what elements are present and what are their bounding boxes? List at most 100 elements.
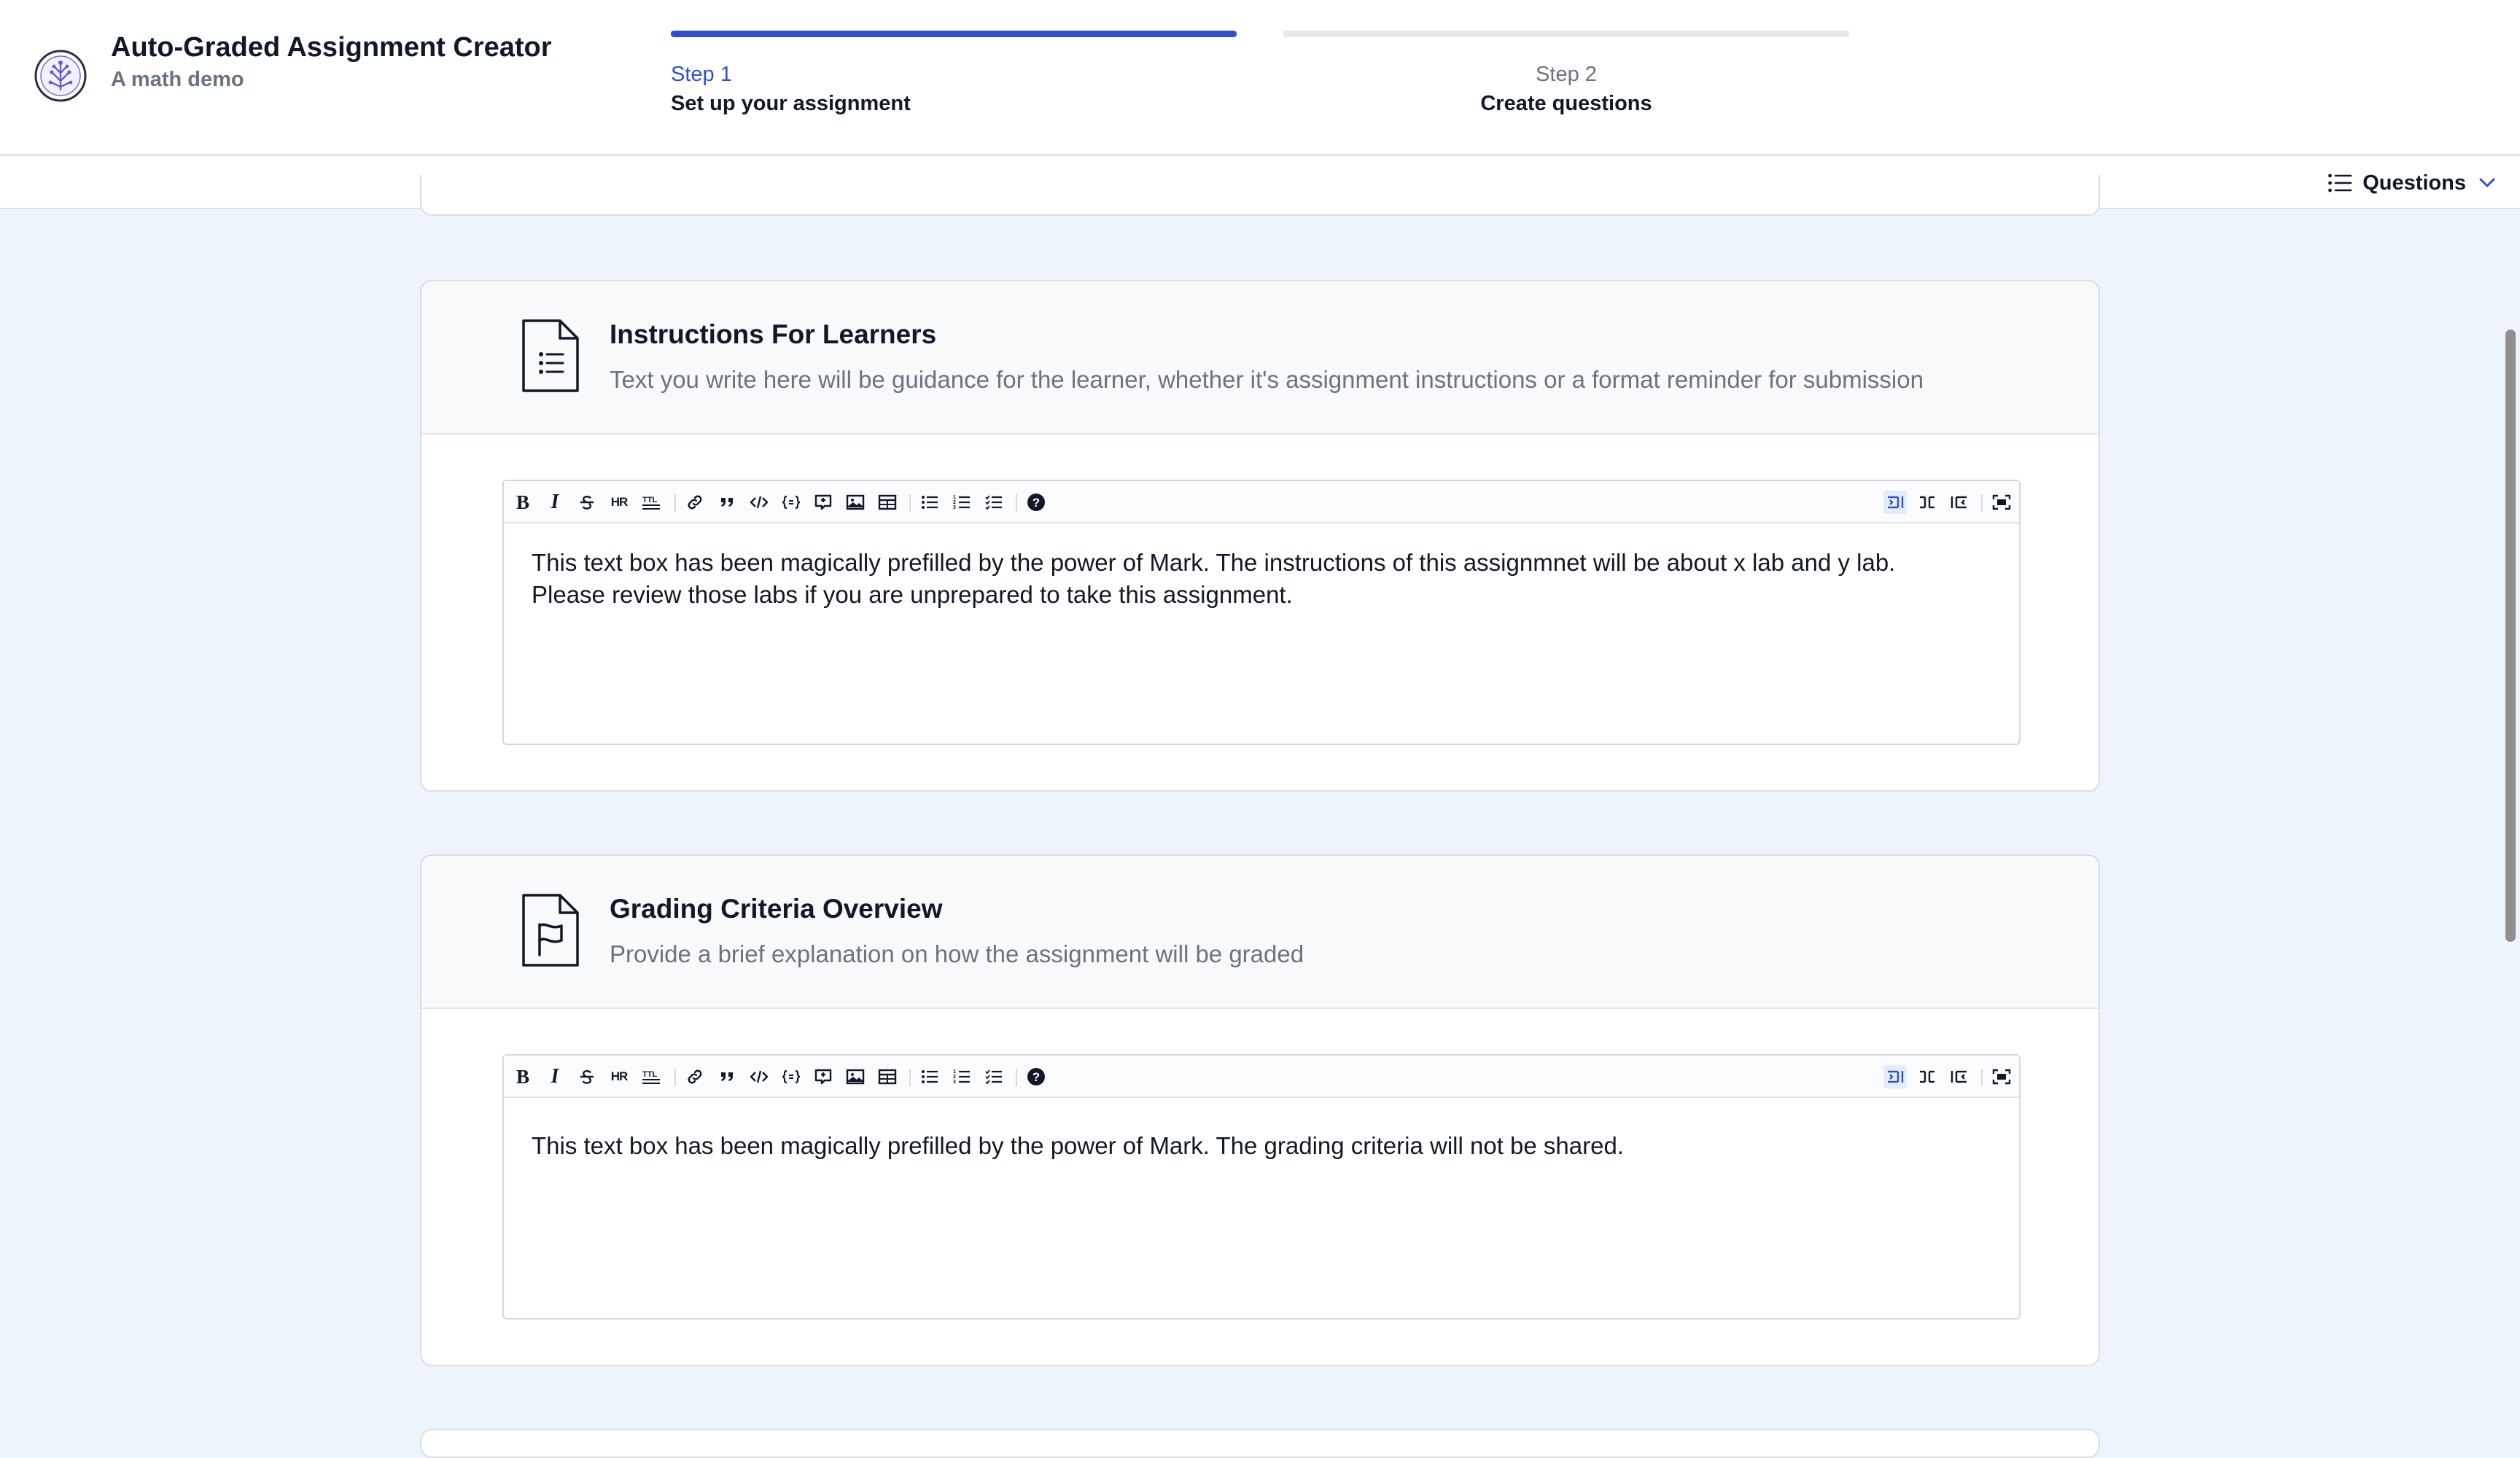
- code-block-icon: [782, 1069, 801, 1084]
- image-icon: [846, 1069, 865, 1085]
- unordered-list-button[interactable]: [918, 491, 941, 514]
- help-button[interactable]: ?: [1024, 1065, 1048, 1088]
- image-button[interactable]: [844, 491, 867, 514]
- grading-criteria-description: Provide a brief explanation on how the a…: [610, 940, 1304, 967]
- strikethrough-button[interactable]: [575, 491, 599, 514]
- table-button[interactable]: [876, 1065, 899, 1088]
- unordered-list-icon: [922, 1070, 938, 1083]
- code-block-button[interactable]: [779, 491, 803, 514]
- comment-icon: [814, 494, 832, 510]
- table-button[interactable]: [876, 491, 899, 514]
- bold-button[interactable]: B: [511, 491, 534, 514]
- edit-mode-icon: [1888, 1070, 1904, 1083]
- preview-mode-button[interactable]: [1948, 491, 1971, 514]
- app-header: Auto-Graded Assignment Creator A math de…: [0, 0, 2520, 155]
- toolbar-divider: [1981, 494, 1983, 512]
- fullscreen-icon: [1992, 1069, 2011, 1085]
- link-icon: [688, 1069, 702, 1084]
- step-2-label[interactable]: Create questions: [1441, 92, 1692, 116]
- toolbar-divider: [1016, 1069, 1017, 1086]
- quote-icon: [721, 1072, 733, 1081]
- comment-icon: [814, 1069, 832, 1085]
- check-list-icon: [985, 1069, 1002, 1085]
- code-button[interactable]: [747, 491, 771, 514]
- fullscreen-icon: [1992, 494, 2011, 510]
- toolbar-divider: [1016, 494, 1017, 512]
- title-button[interactable]: TTL: [639, 491, 663, 514]
- link-button[interactable]: [683, 1065, 707, 1088]
- help-button[interactable]: ?: [1024, 491, 1048, 514]
- instructions-description: Text you write here will be guidance for…: [610, 366, 1924, 393]
- grading-criteria-card: Grading Criteria Overview Provide a brie…: [420, 854, 2100, 1366]
- instructions-text-line-1: This text box has been magically prefill…: [532, 549, 1896, 576]
- image-icon: [846, 494, 865, 510]
- step-2-number[interactable]: Step 2: [1534, 63, 1598, 87]
- instructions-text[interactable]: This text box has been magically prefill…: [532, 547, 1975, 611]
- check-list-button[interactable]: [982, 1065, 1006, 1088]
- ordered-list-button[interactable]: 123: [950, 1065, 973, 1088]
- instructions-text-line-2: Please review those labs if you are unpr…: [532, 581, 1293, 608]
- ordered-list-button[interactable]: 123: [950, 491, 973, 514]
- edit-mode-button[interactable]: [1883, 1065, 1907, 1088]
- help-icon: ?: [1027, 494, 1045, 511]
- step-1-progress-bar: [671, 31, 1237, 37]
- app-title: Auto-Graded Assignment Creator: [111, 32, 552, 63]
- strikethrough-button[interactable]: [575, 1065, 599, 1088]
- toolbar-divider: [1981, 1069, 1983, 1086]
- code-icon: [750, 496, 769, 509]
- svg-text:?: ?: [1032, 1070, 1040, 1084]
- page-scrollbar[interactable]: [2505, 330, 2516, 942]
- svg-text:?: ?: [1032, 496, 1040, 510]
- code-block-button[interactable]: [779, 1065, 803, 1088]
- grading-criteria-title: Grading Criteria Overview: [610, 894, 943, 924]
- instructions-card-header: Instructions For Learners Text you write…: [421, 281, 2099, 434]
- quote-button[interactable]: [715, 491, 739, 514]
- horizontal-rule-button[interactable]: HR: [607, 491, 631, 514]
- grading-criteria-text[interactable]: This text box has been magically prefill…: [532, 1130, 1975, 1162]
- image-button[interactable]: [844, 1065, 867, 1088]
- comment-button[interactable]: [812, 1065, 835, 1088]
- questions-label[interactable]: Questions: [2362, 171, 2466, 195]
- table-icon: [878, 494, 897, 510]
- editor-toolbar: B I HR TTL 1 2 3 ?: [504, 1056, 2019, 1098]
- tree-logo-icon: [34, 50, 87, 102]
- unordered-list-button[interactable]: [918, 1065, 941, 1088]
- code-button[interactable]: [747, 1065, 771, 1088]
- comment-button[interactable]: [812, 491, 835, 514]
- toolbar-divider: [909, 494, 911, 512]
- svg-text:TTL: TTL: [642, 1070, 657, 1079]
- strikethrough-icon: [580, 1069, 594, 1084]
- italic-button[interactable]: I: [543, 491, 567, 514]
- title-button[interactable]: TTL: [639, 1065, 663, 1088]
- strikethrough-icon: [580, 495, 594, 510]
- step-1-label[interactable]: Set up your assignment: [671, 92, 911, 116]
- ordered-list-icon: 123: [953, 1069, 970, 1085]
- step-1-number[interactable]: Step 1: [671, 63, 732, 87]
- code-block-icon: [782, 495, 801, 510]
- horizontal-rule-button[interactable]: HR: [607, 1065, 631, 1088]
- live-mode-button[interactable]: [1916, 1065, 1939, 1088]
- edit-mode-icon: [1888, 496, 1904, 509]
- edit-mode-button[interactable]: [1883, 491, 1907, 514]
- fullscreen-button[interactable]: [1990, 491, 2013, 514]
- preview-mode-button[interactable]: [1948, 1065, 1971, 1088]
- chevron-down-icon[interactable]: [2476, 172, 2498, 194]
- instructions-card: Instructions For Learners Text you write…: [420, 280, 2100, 792]
- title-icon: TTL: [642, 1070, 660, 1084]
- live-mode-button[interactable]: [1916, 491, 1939, 514]
- link-button[interactable]: [683, 491, 707, 514]
- svg-text:1: 1: [953, 1069, 956, 1075]
- questions-toggle[interactable]: Questions: [2328, 167, 2498, 199]
- italic-button[interactable]: I: [543, 1065, 567, 1088]
- quote-button[interactable]: [715, 1065, 739, 1088]
- fullscreen-button[interactable]: [1990, 1065, 2013, 1088]
- bold-button[interactable]: B: [511, 1065, 534, 1088]
- svg-text:3: 3: [953, 505, 956, 510]
- instructions-title: Instructions For Learners: [610, 319, 937, 349]
- ordered-list-icon: 123: [953, 495, 970, 510]
- unordered-list-icon: [922, 496, 938, 509]
- check-list-button[interactable]: [982, 491, 1006, 514]
- next-card: [420, 1429, 2100, 1458]
- live-mode-icon: [1920, 1070, 1934, 1083]
- svg-text:2: 2: [953, 1075, 956, 1080]
